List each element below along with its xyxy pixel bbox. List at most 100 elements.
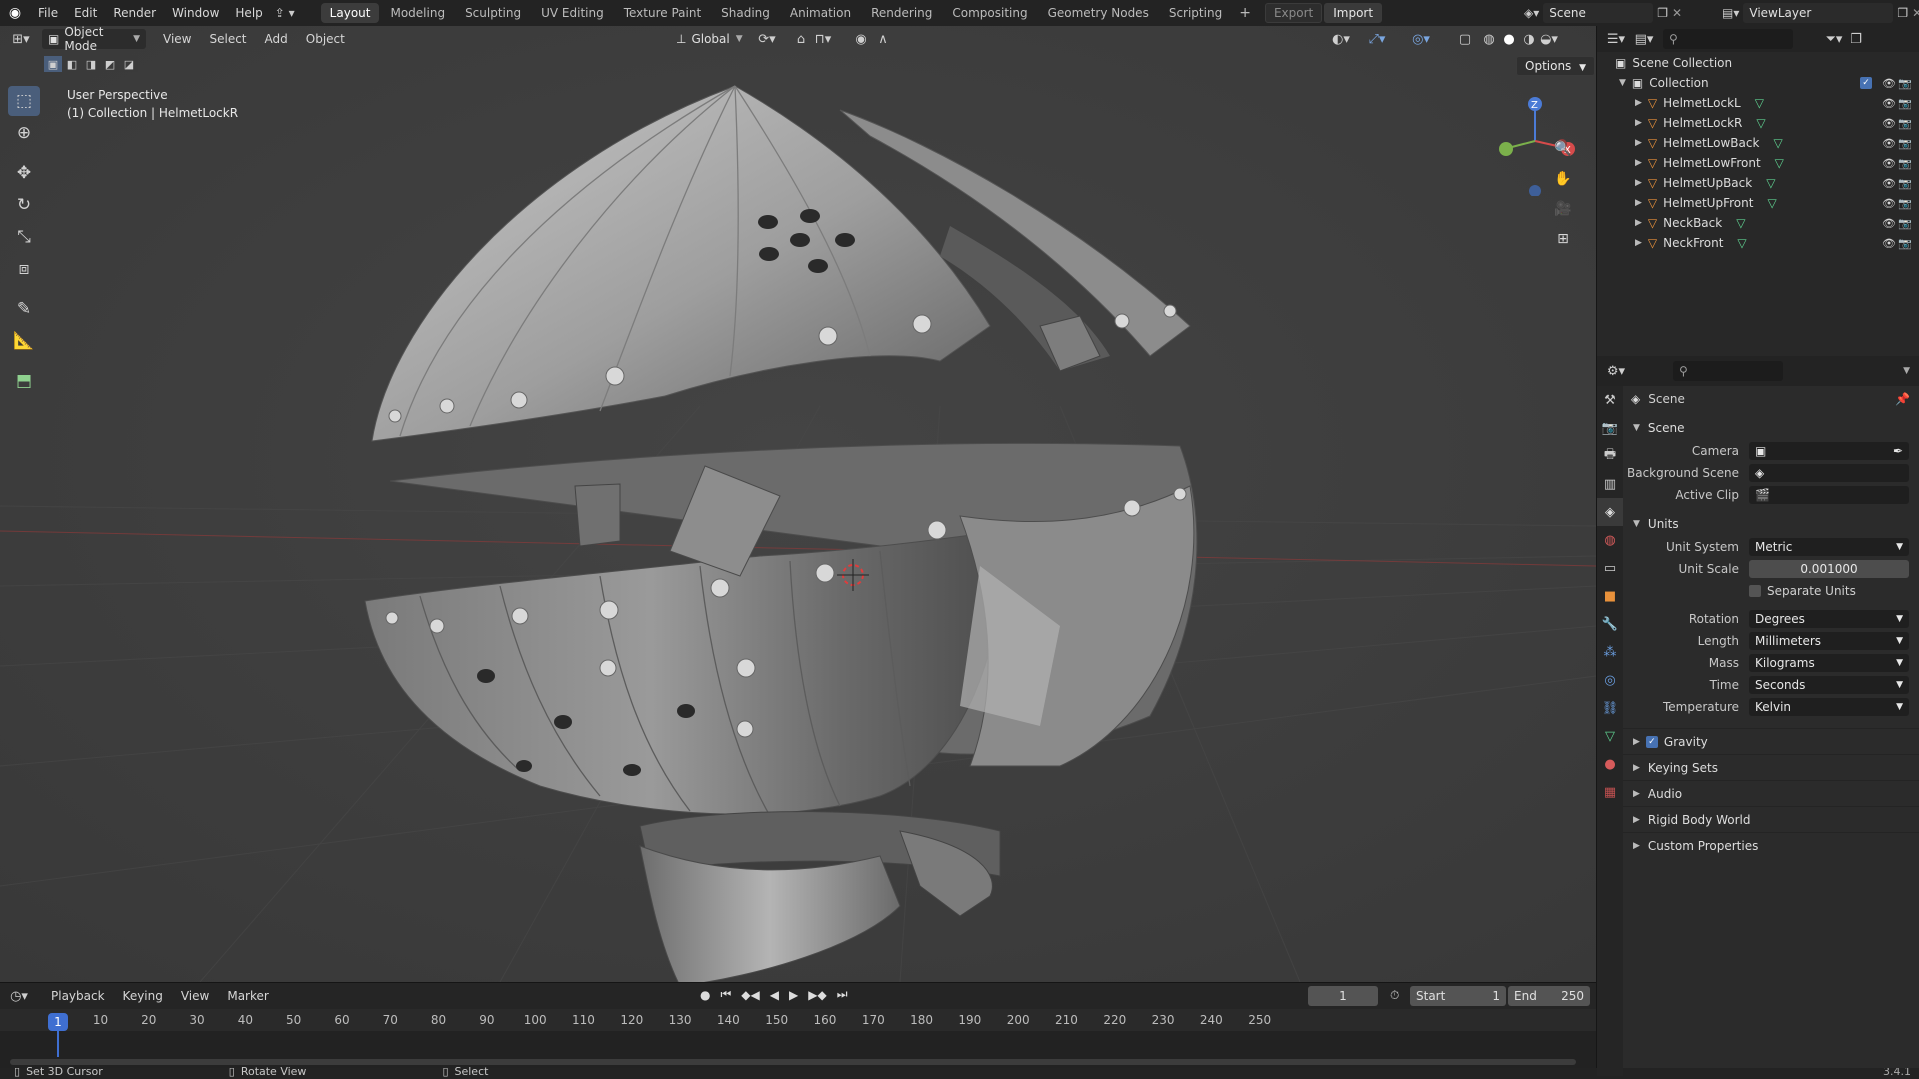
tab-compositing[interactable]: Compositing	[943, 3, 1036, 23]
unit-system-dropdown[interactable]: Metric ▼	[1749, 538, 1909, 556]
add-cube-tool-icon[interactable]: ⬒	[8, 366, 40, 396]
chevron-down-icon[interactable]: ▼	[1903, 366, 1910, 376]
outliner-item-neckback[interactable]: ▶ ▽ NeckBack ▽ 👁 📷	[1597, 213, 1919, 233]
new-collection-icon[interactable]: ❐	[1845, 29, 1867, 49]
prev-keyframe-icon[interactable]: ◆◀	[741, 988, 759, 1002]
timeline-menu-view[interactable]: View	[172, 989, 218, 1003]
menu-file[interactable]: File	[30, 6, 66, 20]
eye-icon[interactable]: 👁	[1882, 97, 1896, 110]
expand-arrow-icon[interactable]: ▶	[1635, 138, 1642, 148]
separate-units-checkbox[interactable]	[1749, 585, 1761, 597]
start-frame-field[interactable]: Start 1	[1410, 986, 1506, 1006]
outliner-item-helmetupfront[interactable]: ▶ ▽ HelmetUpFront ▽ 👁 📷	[1597, 193, 1919, 213]
proportional-edit-icon[interactable]: ◉	[850, 29, 872, 49]
next-keyframe-icon[interactable]: ▶◆	[808, 988, 826, 1002]
record-icon[interactable]: ●	[700, 988, 710, 1002]
exclude-checkbox[interactable]: ✓	[1860, 77, 1872, 89]
select-new-icon[interactable]: ▣	[44, 56, 62, 72]
outliner-item-neckfront[interactable]: ▶ ▽ NeckFront ▽ 👁 📷	[1597, 233, 1919, 253]
ortho-grid-icon[interactable]: ⊞	[1550, 226, 1576, 252]
eye-icon[interactable]: 👁	[1882, 237, 1896, 250]
snap-icon[interactable]: ⌂	[790, 29, 812, 49]
cursor-tool-icon[interactable]: ⊕	[8, 118, 40, 148]
properties-search-input[interactable]: ⚲	[1673, 361, 1783, 381]
rendered-shading-icon[interactable]: ◒▾	[1538, 29, 1560, 49]
display-mode-icon[interactable]: ▤▾	[1633, 29, 1655, 49]
outliner-editor-type-icon[interactable]: ☰▾	[1605, 29, 1627, 49]
viewport-menu-object[interactable]: Object	[297, 32, 354, 46]
pan-hand-icon[interactable]: ✋	[1550, 166, 1576, 192]
select-intersect-icon[interactable]: ◪	[120, 56, 138, 72]
wireframe-shading-icon[interactable]: ◍	[1478, 29, 1500, 49]
import-button[interactable]: Import	[1324, 3, 1383, 23]
camera-icon[interactable]: 📷	[1898, 117, 1912, 130]
delete-scene-icon[interactable]: ✕	[1672, 6, 1682, 20]
render-tab-icon[interactable]: 📷	[1597, 414, 1623, 442]
current-frame-field[interactable]: 1	[1308, 986, 1378, 1006]
helmet-lock-left[interactable]	[574, 483, 621, 547]
outliner-item-helmetupback[interactable]: ▶ ▽ HelmetUpBack ▽ 👁 📷	[1597, 173, 1919, 193]
gravity-checkbox[interactable]: ✓	[1645, 735, 1658, 748]
temperature-dropdown[interactable]: Kelvin ▼	[1749, 698, 1909, 716]
camera-icon[interactable]: 📷	[1898, 77, 1912, 90]
tab-rendering[interactable]: Rendering	[862, 3, 941, 23]
viewport-menu-add[interactable]: Add	[256, 32, 297, 46]
expand-arrow-icon[interactable]: ▶	[1635, 98, 1642, 108]
outliner-item-helmetlowfront[interactable]: ▶ ▽ HelmetLowFront ▽ 👁 📷	[1597, 153, 1919, 173]
camera-icon[interactable]: 📷	[1898, 97, 1912, 110]
new-view-layer-icon[interactable]: ❐	[1897, 6, 1908, 20]
viewport-menu-select[interactable]: Select	[200, 32, 255, 46]
unit-scale-field[interactable]: 0.001000	[1749, 560, 1909, 578]
jump-start-icon[interactable]: ⏮	[720, 987, 731, 1002]
keying-sets-panel-header[interactable]: ▶ Keying Sets	[1623, 754, 1919, 780]
filter-icon[interactable]: ⏷▾	[1823, 29, 1845, 49]
eye-icon[interactable]: 👁	[1882, 77, 1896, 90]
background-scene-field[interactable]: ◈	[1749, 464, 1909, 482]
mass-dropdown[interactable]: Kilograms ▼	[1749, 654, 1909, 672]
timeline-menu-marker[interactable]: Marker	[218, 989, 277, 1003]
preview-range-icon[interactable]: ⏱	[1390, 988, 1399, 1003]
material-shading-icon[interactable]: ◑	[1518, 29, 1540, 49]
camera-icon[interactable]: 📷	[1898, 237, 1912, 250]
rotate-tool-icon[interactable]: ↻	[8, 190, 40, 220]
object-mode-dropdown[interactable]: ▣ Object Mode ▼	[42, 26, 146, 53]
expand-arrow-icon[interactable]: ▶	[1635, 218, 1642, 228]
viewport-menu-view[interactable]: View	[154, 32, 200, 46]
scene-icon[interactable]: ◈▾	[1524, 6, 1539, 20]
expand-arrow-icon[interactable]: ▶	[1635, 158, 1642, 168]
tab-uv-editing[interactable]: UV Editing	[532, 3, 613, 23]
scene-panel-header[interactable]: ▼ Scene	[1623, 416, 1919, 440]
rotation-dropdown[interactable]: Degrees ▼	[1749, 610, 1909, 628]
solid-shading-icon[interactable]: ●	[1498, 29, 1520, 49]
overlay-icon[interactable]: ◎▾	[1410, 29, 1432, 49]
timeline-menu-playback[interactable]: Playback	[42, 989, 114, 1003]
delete-view-layer-icon[interactable]: ✕	[1912, 6, 1919, 20]
outliner-scene-collection[interactable]: ▣ Scene Collection	[1597, 53, 1919, 73]
camera-icon[interactable]: 📷	[1898, 217, 1912, 230]
select-extend-icon[interactable]: ◧	[63, 56, 81, 72]
tab-sculpting[interactable]: Sculpting	[456, 3, 530, 23]
tab-texture-paint[interactable]: Texture Paint	[615, 3, 710, 23]
expand-arrow-icon[interactable]: ▶	[1635, 238, 1642, 248]
playhead[interactable]: 1	[48, 1013, 68, 1031]
eye-icon[interactable]: 👁	[1882, 177, 1896, 190]
options-button[interactable]: Options ▼	[1516, 56, 1596, 76]
eye-icon[interactable]: 👁	[1882, 137, 1896, 150]
zoom-icon[interactable]: 🔍	[1550, 136, 1576, 162]
menu-render[interactable]: Render	[105, 6, 164, 20]
visibility-icon[interactable]: ◐▾	[1330, 29, 1352, 49]
scale-tool-icon[interactable]: ⤡	[8, 222, 40, 252]
end-frame-field[interactable]: End 250	[1508, 986, 1590, 1006]
active-clip-field[interactable]: 🎬	[1749, 486, 1909, 504]
menu-edit[interactable]: Edit	[66, 6, 105, 20]
expand-arrow-icon[interactable]: ▶	[1635, 198, 1642, 208]
tab-animation[interactable]: Animation	[781, 3, 860, 23]
eye-icon[interactable]: 👁	[1882, 117, 1896, 130]
transform-tool-icon[interactable]: ⧈	[8, 254, 40, 284]
add-workspace-icon[interactable]: +	[1233, 5, 1257, 21]
object-tab-icon[interactable]: ■	[1597, 582, 1623, 610]
length-dropdown[interactable]: Millimeters ▼	[1749, 632, 1909, 650]
view-layer-tab-icon[interactable]: ▥	[1597, 470, 1623, 498]
eyedropper-icon[interactable]: ✒	[1893, 444, 1903, 458]
camera-icon[interactable]: 📷	[1898, 157, 1912, 170]
